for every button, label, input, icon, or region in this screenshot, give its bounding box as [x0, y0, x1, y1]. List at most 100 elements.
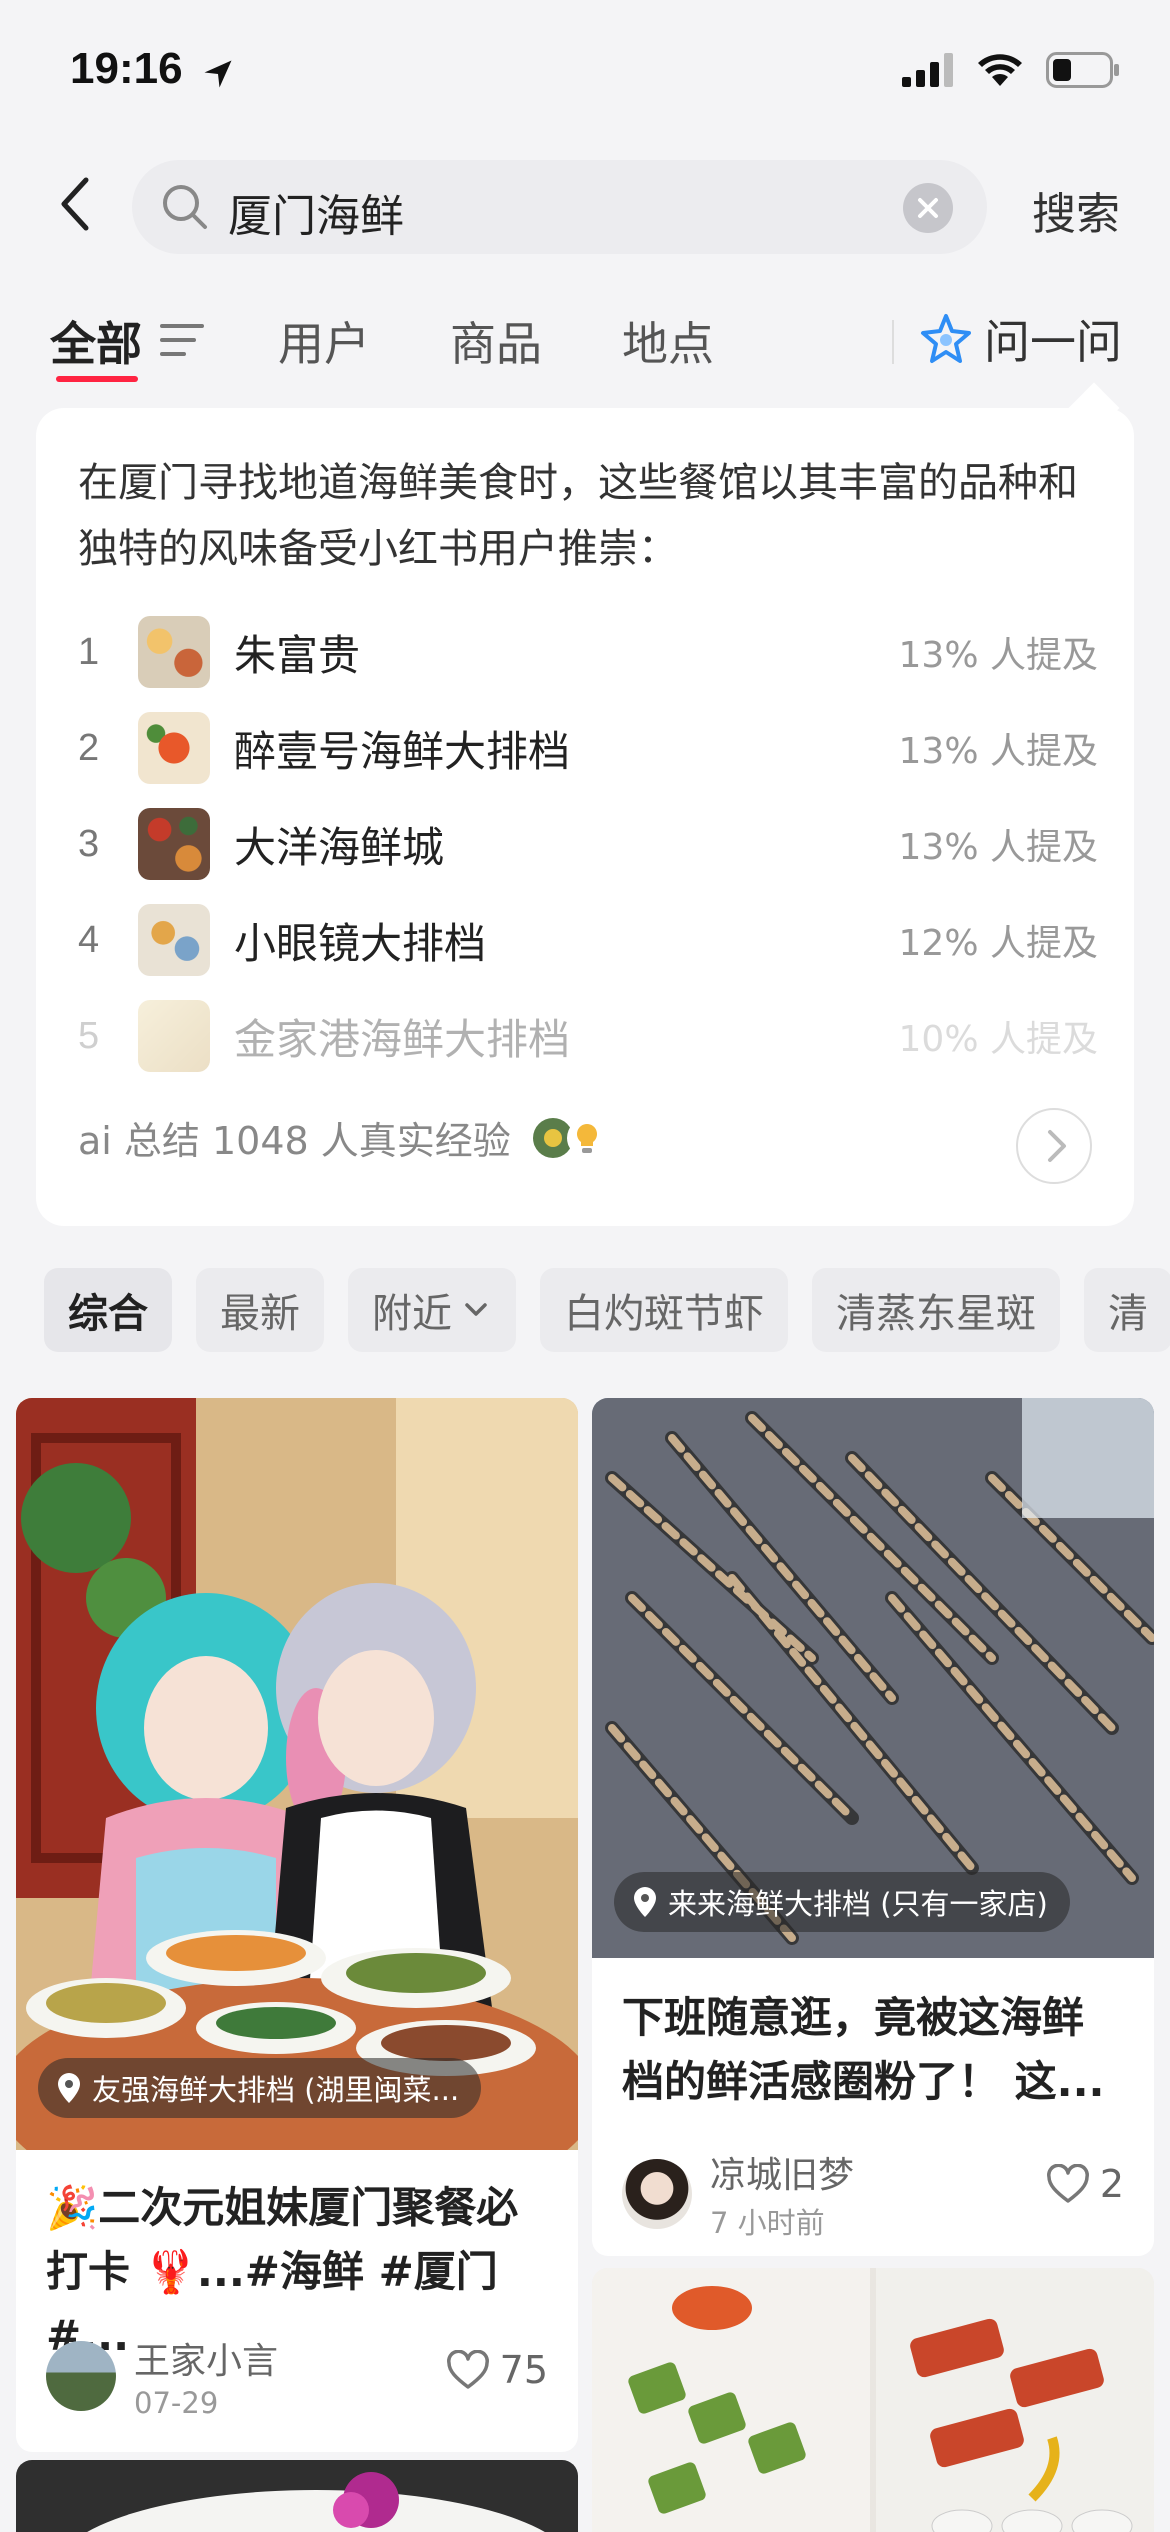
- status-indicators: [902, 52, 1120, 88]
- author-name: 王家小言: [134, 2341, 279, 2382]
- wifi-icon: [978, 54, 1022, 86]
- restaurant-thumbnail: [138, 712, 210, 784]
- restaurant-name: 朱富贵: [234, 630, 361, 680]
- note-cover-image: [16, 1398, 578, 2150]
- like-count: 2: [1099, 2162, 1124, 2206]
- contributor-avatars-icon: [532, 1117, 607, 1158]
- note-cover-image: [592, 2268, 1154, 2532]
- clear-search-button[interactable]: [903, 183, 953, 233]
- location-tag[interactable]: 友强海鲜大排档 (湖里闽菜...: [38, 2058, 482, 2118]
- restaurant-name: 小眼镜大排档: [234, 918, 487, 968]
- ai-summary-more-button[interactable]: [1016, 1108, 1092, 1184]
- author-name: 凉城旧梦: [710, 2155, 855, 2196]
- close-icon: [918, 198, 938, 218]
- search-button[interactable]: 搜索: [1032, 178, 1120, 242]
- tab-products[interactable]: 商品: [450, 308, 542, 374]
- rank-number: 1: [78, 630, 100, 673]
- chip-label: 清蒸东星斑: [836, 1291, 1036, 1337]
- chip-latest[interactable]: 最新: [196, 1268, 324, 1352]
- avatar: [46, 2341, 116, 2411]
- ai-summary-intro: 在厦门寻找地道海鲜美食时，这些餐馆以其丰富的品种和独特的风味备受小红书用户推崇：: [78, 460, 1078, 572]
- mention-rate: 13% 人提及: [898, 731, 1098, 772]
- ranking-item[interactable]: 2 醉壹号海鲜大排档 13% 人提及: [78, 700, 1098, 796]
- restaurant-name: 大洋海鲜城: [234, 822, 445, 872]
- chevron-right-icon: [1048, 1130, 1066, 1162]
- status-time: 19:16: [70, 44, 183, 93]
- note-cover-image: [16, 2460, 578, 2532]
- ask-label: 问一问: [984, 315, 1122, 369]
- restaurant-thumbnail: [138, 904, 210, 976]
- mention-rate: 10% 人提及: [898, 1019, 1098, 1060]
- back-icon[interactable]: [48, 174, 108, 234]
- search-query[interactable]: 厦门海鲜: [228, 180, 404, 244]
- restaurant-thumbnail: [138, 808, 210, 880]
- location-tag[interactable]: 来来海鲜大排档 (只有一家店): [614, 1872, 1070, 1932]
- rank-number: 2: [78, 726, 100, 769]
- ai-star-icon: [921, 314, 971, 363]
- card-pointer: [1068, 382, 1120, 434]
- like-count: 75: [499, 2348, 548, 2392]
- ranking-item[interactable]: 4 小眼镜大排档 12% 人提及: [78, 892, 1098, 988]
- ranking-item[interactable]: 5 金家港海鲜大排档 10% 人提及: [78, 988, 1098, 1084]
- note-title-line: 🎉二次元姐妹厦门聚餐必: [46, 2183, 519, 2232]
- search-input[interactable]: 厦门海鲜: [132, 160, 987, 254]
- tab-all[interactable]: 全部: [50, 308, 142, 374]
- heart-icon: [1046, 2164, 1089, 2203]
- filter-icon[interactable]: [160, 320, 204, 360]
- like-button[interactable]: 2: [1046, 2162, 1124, 2206]
- location-name: 来来海鲜大排档 (只有一家店): [668, 1887, 1048, 1921]
- chip-label: 白灼斑节虾: [564, 1291, 764, 1337]
- search-tabs: 全部 用户 商品 地点 问一问: [0, 300, 1170, 390]
- active-tab-indicator: [56, 376, 138, 382]
- like-button[interactable]: 75: [446, 2348, 548, 2392]
- ai-summary-card[interactable]: 在厦门寻找地道海鲜美食时，这些餐馆以其丰富的品种和独特的风味备受小红书用户推崇：…: [36, 382, 1134, 1226]
- location-pin-icon: [634, 1887, 656, 1917]
- post-time: 7 小时前: [710, 2206, 825, 2240]
- chip-keyword[interactable]: 白灼斑节虾: [540, 1268, 788, 1352]
- author-info: 凉城旧梦 7 小时前: [710, 2146, 854, 2242]
- ask-button[interactable]: 问一问: [920, 304, 1122, 374]
- note-card[interactable]: 来来海鲜大排档 (只有一家店) 下班随意逛，竟被这海鲜 档的鲜活感圈粉了！ 这.…: [592, 1398, 1154, 2256]
- note-card[interactable]: [592, 2268, 1154, 2532]
- chip-label: 清: [1108, 1291, 1148, 1337]
- battery-icon: [1046, 52, 1119, 88]
- mention-rate: 12% 人提及: [898, 923, 1098, 964]
- tab-places[interactable]: 地点: [622, 308, 714, 374]
- note-card[interactable]: [16, 2460, 578, 2532]
- restaurant-thumbnail: [138, 616, 210, 688]
- chevron-down-icon: [465, 1303, 487, 1316]
- location-arrow-icon: [204, 60, 232, 88]
- rank-number: 5: [78, 1014, 100, 1057]
- note-author[interactable]: 凉城旧梦 7 小时前: [622, 2146, 854, 2242]
- filter-chips: 综合 最新 附近 白灼斑节虾 清蒸东星斑 清: [44, 1268, 1170, 1352]
- chip-comprehensive[interactable]: 综合: [44, 1268, 172, 1352]
- search-bar-row: 厦门海鲜 搜索: [0, 150, 1170, 260]
- note-card[interactable]: 友强海鲜大排档 (湖里闽菜... 🎉二次元姐妹厦门聚餐必 打卡 🦞...#海鲜 …: [16, 1398, 578, 2452]
- location-name: 友强海鲜大排档 (湖里闽菜...: [92, 2073, 460, 2107]
- note-title: 下班随意逛，竟被这海鲜 档的鲜活感圈粉了！ 这...: [622, 1986, 1105, 2114]
- ranking-item[interactable]: 1 朱富贵 13% 人提及: [78, 604, 1098, 700]
- mention-rate: 13% 人提及: [898, 827, 1098, 868]
- tab-users[interactable]: 用户: [278, 308, 370, 374]
- restaurant-name: 醉壹号海鲜大排档: [234, 726, 571, 776]
- note-title-line: 档的鲜活感圈粉了！ 这...: [622, 2057, 1105, 2106]
- status-bar: 19:16: [0, 0, 1170, 140]
- ai-summary-footer: ai 总结 1048 人真实经验: [78, 1110, 611, 1165]
- rank-number: 3: [78, 822, 100, 865]
- note-title-line: 下班随意逛，竟被这海鲜: [622, 1993, 1085, 2042]
- chip-nearby[interactable]: 附近: [348, 1268, 516, 1352]
- chip-label: 最新: [220, 1291, 300, 1337]
- search-icon: [163, 185, 207, 229]
- rank-number: 4: [78, 918, 100, 961]
- ranking-item[interactable]: 3 大洋海鲜城 13% 人提及: [78, 796, 1098, 892]
- mention-rate: 13% 人提及: [898, 635, 1098, 676]
- chip-keyword[interactable]: 清蒸东星斑: [812, 1268, 1060, 1352]
- ai-summary-source: ai 总结 1048 人真实经验: [78, 1119, 511, 1163]
- note-author[interactable]: 王家小言 07-29: [46, 2332, 278, 2420]
- chip-keyword[interactable]: 清: [1084, 1268, 1170, 1352]
- chip-label: 综合: [68, 1291, 148, 1337]
- tab-divider: [892, 320, 894, 364]
- chip-label: 附近: [372, 1291, 452, 1337]
- signal-icon: [902, 53, 953, 87]
- heart-icon: [446, 2350, 489, 2389]
